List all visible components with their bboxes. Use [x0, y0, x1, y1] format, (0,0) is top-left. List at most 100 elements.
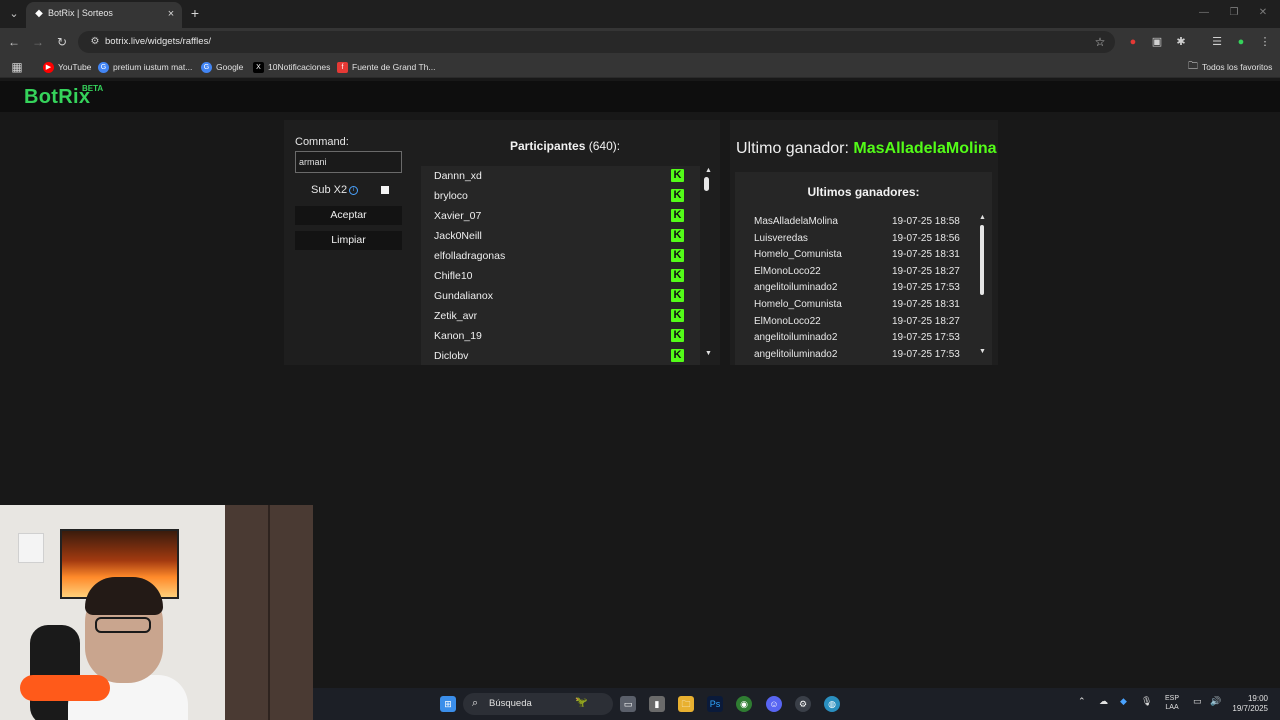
close-window-icon[interactable]: ✕	[1253, 6, 1273, 20]
forward-arrow-icon[interactable]: →	[30, 34, 46, 50]
info-icon[interactable]: i	[349, 186, 358, 195]
winners-list-box[interactable]: Ultimos ganadores: MasAlladelaMolina 19-0…	[735, 172, 992, 365]
sub-x2-checkbox[interactable]	[381, 186, 389, 194]
winner-name: Luisveredas	[754, 232, 808, 244]
keyboard-layout: LAA	[1165, 704, 1179, 711]
kick-icon: K	[671, 209, 684, 222]
bookmark-notificaciones[interactable]: X 10Notificaciones	[253, 60, 330, 74]
tab-title: BotRix | Sorteos	[48, 8, 113, 18]
bookmark-youtube[interactable]: ▶ YouTube	[43, 60, 91, 74]
accept-button[interactable]: Aceptar	[295, 206, 402, 225]
tab-close-icon[interactable]: ×	[164, 6, 178, 22]
sub-x2-label: Sub X2	[311, 184, 348, 196]
photoshop-icon[interactable]: Ps	[707, 696, 723, 712]
command-input[interactable]	[295, 151, 402, 173]
apps-grid-icon[interactable]: ▦	[9, 59, 25, 75]
tab-search-chevron-icon[interactable]: ⌄	[5, 5, 23, 23]
winner-date: 19-07-25 17:53	[892, 282, 960, 294]
google-icon: G	[98, 61, 109, 73]
participant-name: Kanon_19	[434, 330, 482, 342]
chrome-icon[interactable]: ◉	[736, 696, 752, 712]
new-tab-button[interactable]: +	[187, 5, 203, 21]
winner-name: Homelo_Comunista	[754, 299, 842, 310]
address-bar[interactable]: ⚙ botrix.live/widgets/raffles/ ☆	[78, 31, 1115, 53]
winner-name: angelitoiluminado2	[754, 332, 838, 344]
bookmark-label: Fuente de Grand Th...	[352, 62, 436, 72]
winners-scrollbar-thumb[interactable]	[980, 225, 984, 295]
winner-row: Homelo_Comunista 19-07-25 18:31	[735, 297, 975, 313]
kick-icon: K	[671, 349, 684, 362]
app-icon[interactable]: ▮	[649, 696, 665, 712]
participant-row: Xavier_07 K	[421, 206, 700, 226]
bookmark-google[interactable]: G Google	[201, 60, 243, 74]
kick-icon: K	[671, 249, 684, 262]
webcam-microphone	[20, 675, 110, 701]
url-text[interactable]: botrix.live/widgets/raffles/	[105, 36, 211, 47]
scroll-up-arrow-icon[interactable]: ▲	[705, 167, 712, 174]
browser-tab-active[interactable]: ◆ BotRix | Sorteos ×	[26, 2, 182, 28]
participants-list[interactable]: Dannn_xd Kbryloco K Xavier_07 K Jack0Neill Kel…	[421, 166, 700, 365]
onedrive-icon[interactable]: ☁	[1099, 696, 1108, 707]
bookmark-star-icon[interactable]: ☆	[1092, 34, 1108, 50]
microphone-icon[interactable]: 🎙	[1141, 696, 1152, 707]
clock-date: 19/7/2025	[1232, 704, 1268, 713]
winner-date: 19-07-25 17:53	[892, 348, 960, 360]
winner-row: angelitoiluminado2 19-07-25 17:53	[735, 347, 975, 363]
clear-button[interactable]: Limpiar	[295, 231, 402, 250]
volume-icon[interactable]: 🔊	[1210, 696, 1221, 707]
bookmark-pretium[interactable]: G pretium iustum mat...	[98, 60, 192, 74]
reload-icon[interactable]: ↻	[54, 34, 70, 50]
winner-row: ElMonoLoco22 19-07-25 18:27	[735, 264, 975, 280]
discord-icon[interactable]: ☺	[766, 696, 782, 712]
winner-row: MasAlladelaMolina 19-07-25 18:58	[735, 214, 975, 230]
participant-name: Dannn_xd	[434, 170, 482, 182]
participant-name: elfolladragonas	[434, 250, 506, 262]
webcam-door-line	[268, 505, 270, 720]
winners-title: Ultimos ganadores:	[807, 185, 920, 199]
tray-chevron-icon[interactable]: ⌃	[1078, 696, 1086, 707]
minimize-icon[interactable]: —	[1194, 6, 1214, 20]
site-header: BotRix BETA	[0, 81, 1280, 112]
back-arrow-icon[interactable]: ←	[6, 34, 22, 50]
taskbar-search-text: Búsqueda	[489, 698, 532, 709]
network-icon[interactable]: ▭	[1193, 696, 1202, 707]
maximize-icon[interactable]: ❐	[1224, 6, 1244, 20]
bookmark-label: Google	[216, 62, 244, 72]
windows-start-icon[interactable]: ⊞	[440, 696, 456, 712]
language-indicator[interactable]: ESP LAA	[1165, 694, 1179, 712]
winner-row: Luisveredas 19-07-25 18:56	[735, 231, 975, 247]
all-bookmarks-folder[interactable]: 🗀 Todos los favoritos	[1188, 60, 1272, 74]
webcam-overlay	[0, 505, 313, 720]
file-explorer-icon[interactable]: 🗀	[678, 696, 694, 712]
winner-row: ElMonoLoco22 19-07-25 18:27	[735, 314, 975, 330]
extensions-puzzle-icon[interactable]: ✱	[1173, 34, 1189, 50]
tray-app-icon[interactable]: ◆	[1120, 696, 1127, 707]
kick-icon: K	[671, 229, 684, 242]
kick-icon: K	[671, 189, 684, 202]
font-icon: f	[337, 61, 348, 73]
bookmark-label: pretium iustum mat...	[113, 62, 193, 72]
participants-scrollbar-thumb[interactable]	[704, 177, 709, 191]
site-info-icon[interactable]: ⚙	[88, 35, 102, 49]
bookmark-fuente[interactable]: f Fuente de Grand Th...	[337, 60, 435, 74]
app-settings-icon[interactable]: ⚙	[795, 696, 811, 712]
winner-date: 19-07-25 18:31	[892, 299, 960, 310]
browser-menu-icon[interactable]: ⋮	[1257, 34, 1273, 50]
extension-red-icon[interactable]: ●	[1125, 34, 1141, 50]
scroll-down-arrow-icon[interactable]: ▼	[705, 350, 712, 357]
extension-card-icon[interactable]: ▣	[1149, 34, 1165, 50]
taskbar-search[interactable]: ⌕ Búsqueda 🦖	[463, 693, 613, 715]
participants-title-text: Participantes	[510, 139, 586, 153]
reading-list-icon[interactable]: ☰	[1209, 34, 1225, 50]
winner-name: ElMonoLoco22	[754, 315, 821, 327]
botrix-logo[interactable]: BotRix	[24, 86, 90, 109]
webcam-light-switch	[18, 533, 44, 563]
scroll-down-arrow-icon[interactable]: ▼	[979, 348, 986, 355]
browser-globe-icon[interactable]: ◍	[824, 696, 840, 712]
participant-row: Gundalianox K	[421, 286, 700, 306]
scroll-up-arrow-icon[interactable]: ▲	[979, 214, 986, 221]
task-view-icon[interactable]: ▭	[620, 696, 636, 712]
taskbar-clock[interactable]: 19:00 19/7/2025	[1228, 694, 1268, 714]
profile-avatar[interactable]: ●	[1233, 34, 1249, 50]
participant-name: Diclobv	[434, 350, 469, 362]
